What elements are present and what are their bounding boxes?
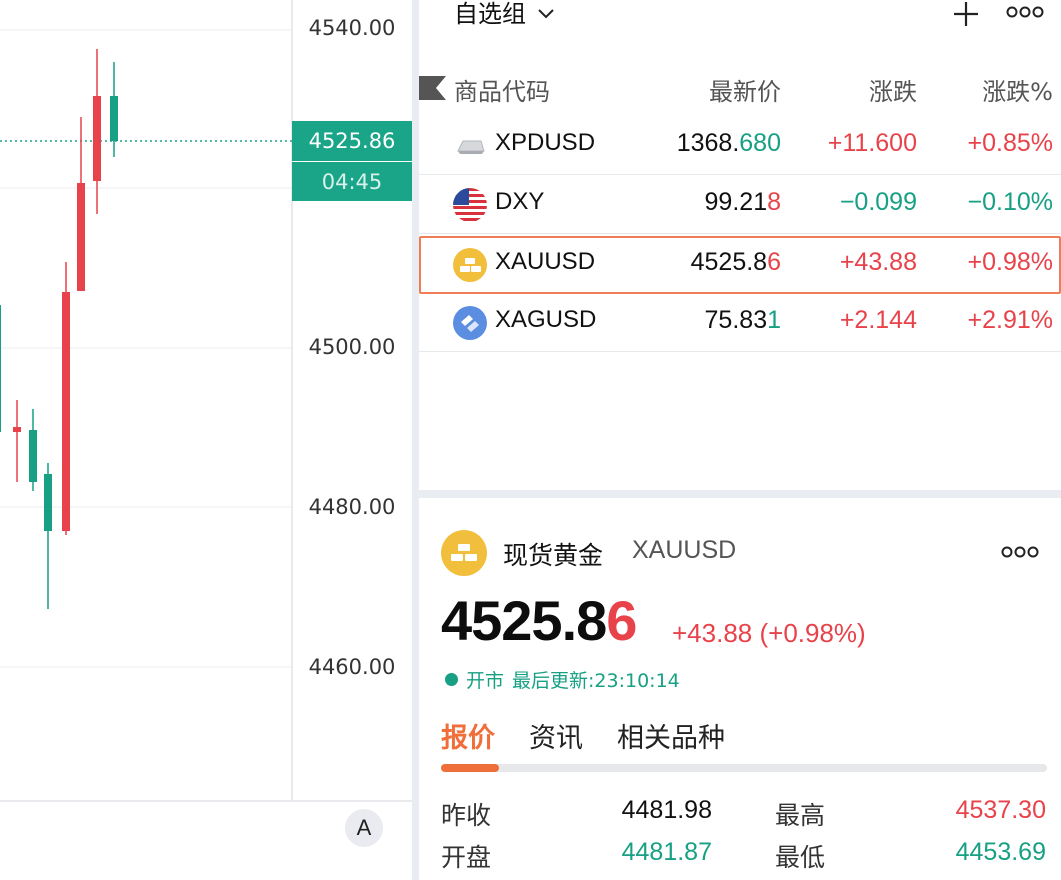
market-status: 开市 最后更新:23:10:14 <box>445 666 680 693</box>
flag-icon <box>419 76 446 100</box>
group-selector[interactable]: 自选组 <box>454 0 554 29</box>
quote-value-high: 4537.30 <box>955 796 1046 824</box>
symbol-code: XAGUSD <box>495 306 597 333</box>
more-icon[interactable] <box>1001 544 1039 560</box>
tab-quote[interactable]: 报价 <box>441 716 495 755</box>
quote-label-high: 最高 <box>775 801 826 830</box>
symbol-code: XPDUSD <box>495 129 596 156</box>
price-axis-label: 4540.00 <box>308 16 396 40</box>
price-change: +43.88 (+0.98%) <box>672 618 866 648</box>
price-change: −0.099 <box>839 188 917 216</box>
quote-value-low: 4453.69 <box>955 838 1046 866</box>
quote-label-open: 开盘 <box>441 843 492 872</box>
candle-body <box>77 183 85 291</box>
panel-divider[interactable] <box>412 0 419 880</box>
chevron-down-icon <box>538 8 554 18</box>
last-updated: 最后更新:23:10:14 <box>512 670 680 692</box>
candle-body <box>44 474 52 531</box>
last-price: 75.831 <box>704 306 781 334</box>
candle-body <box>110 96 118 141</box>
more-icon[interactable] <box>1006 4 1044 20</box>
instrument-name: 现货黄金 <box>503 541 604 570</box>
instrument-symbol: XAUUSD <box>632 536 737 564</box>
gold-bars-icon <box>453 248 487 282</box>
palladium-bar-icon <box>457 140 485 154</box>
candle-countdown: 04:45 <box>292 162 412 201</box>
watchlist: 自选组 商品代码 最新价 涨跌 涨跌% XPDUSD 1368.680 +11.… <box>419 0 1061 490</box>
candle-body <box>13 427 21 432</box>
candle-body <box>29 430 37 482</box>
column-header-change[interactable]: 涨跌 <box>869 72 917 107</box>
gold-bars-icon <box>441 530 487 576</box>
candle-body <box>93 96 101 181</box>
chart-panel[interactable]: 4540.00 4500.00 4480.00 4460.00 4525.86 … <box>0 0 412 880</box>
status-dot-icon <box>445 673 458 686</box>
candle-body <box>62 292 70 531</box>
percent-change: +0.85% <box>967 129 1054 157</box>
price-axis-label: 4460.00 <box>308 655 396 679</box>
section-divider <box>419 490 1061 498</box>
watchlist-row-xagusd[interactable]: XAGUSD 75.831 +2.144 +2.91% <box>419 294 1061 352</box>
auto-scale-button[interactable]: A <box>345 809 383 847</box>
tab-news[interactable]: 资讯 <box>529 716 583 755</box>
watchlist-row-xauusd[interactable]: XAUUSD 4525.86 +43.88 +0.98% <box>419 236 1061 294</box>
price-change: +43.88 <box>839 248 917 276</box>
watchlist-row-xpdusd[interactable]: XPDUSD 1368.680 +11.600 +0.85% <box>419 117 1061 175</box>
tab-track <box>441 764 1047 772</box>
silver-icon <box>453 306 487 340</box>
current-price-tag: 4525.86 <box>292 121 412 161</box>
price-axis-label: 4500.00 <box>308 335 396 359</box>
add-icon[interactable] <box>952 0 980 28</box>
quote-label-prev-close: 昨收 <box>441 801 492 830</box>
symbol-code: DXY <box>495 188 545 215</box>
price-axis-label: 4480.00 <box>308 495 396 519</box>
last-price: 1368.680 <box>676 129 781 157</box>
column-header-symbol[interactable]: 商品代码 <box>454 72 550 107</box>
us-flag-icon <box>453 188 487 222</box>
last-price: 4525.86 <box>690 248 781 276</box>
watchlist-row-dxy[interactable]: DXY 99.218 −0.099 −0.10% <box>419 176 1061 234</box>
instrument-detail: 现货黄金 XAUUSD 4525.86 +43.88 (+0.98%) 开市 最… <box>419 498 1061 880</box>
column-header-last[interactable]: 最新价 <box>709 72 781 107</box>
status-text: 开市 <box>466 670 505 692</box>
group-name: 自选组 <box>454 0 526 28</box>
percent-change: −0.10% <box>967 188 1054 216</box>
column-header-percent[interactable]: 涨跌% <box>982 72 1053 107</box>
tab-related[interactable]: 相关品种 <box>617 716 725 755</box>
tab-indicator <box>441 764 499 772</box>
candle-body <box>0 305 1 432</box>
quote-value-open: 4481.87 <box>621 838 712 866</box>
quote-label-low: 最低 <box>775 843 826 872</box>
price-change: +2.144 <box>839 306 917 334</box>
quote-value-prev-close: 4481.98 <box>621 796 712 824</box>
current-price: 4525.86 <box>441 589 637 652</box>
last-price: 99.218 <box>704 188 781 216</box>
symbol-code: XAUUSD <box>495 248 596 275</box>
percent-change: +0.98% <box>967 248 1054 276</box>
price-change: +11.600 <box>827 129 917 157</box>
percent-change: +2.91% <box>967 306 1054 334</box>
